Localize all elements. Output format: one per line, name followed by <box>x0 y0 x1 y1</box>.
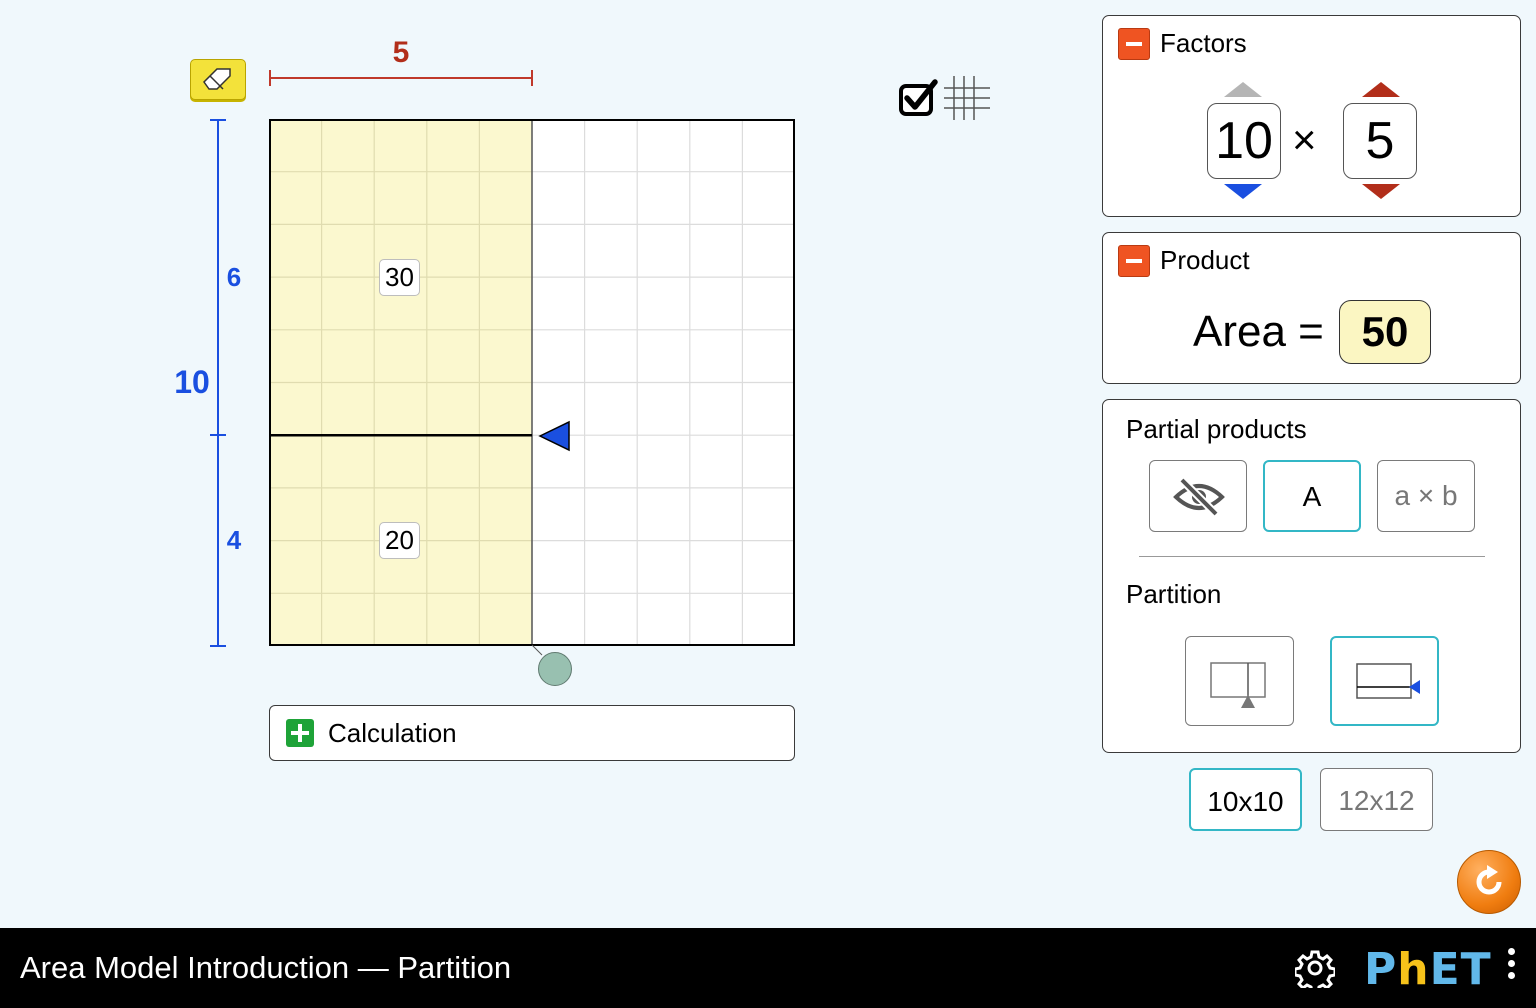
collapse-minus-icon[interactable] <box>1118 245 1150 277</box>
label-A: A <box>1302 481 1322 512</box>
vertical-partition-handle[interactable] <box>538 652 572 686</box>
partial-products-axb-button[interactable]: a × b <box>1377 460 1475 532</box>
partition-title: Partition <box>1126 579 1222 609</box>
first-factor-increment-arrow[interactable] <box>1224 82 1262 97</box>
grid-icon <box>944 76 990 120</box>
expand-plus-icon[interactable] <box>286 719 314 747</box>
height-total-label: 10 <box>174 364 210 400</box>
second-factor-value: 5 <box>1343 103 1417 179</box>
sim-title: Area Model Introduction — Partition <box>20 950 512 985</box>
grid-size-10x10-button[interactable]: 10x10 <box>1189 768 1302 831</box>
kebab-menu-icon[interactable] <box>1508 948 1518 984</box>
reset-all-button[interactable] <box>1457 850 1521 914</box>
area-label: Area = <box>1193 307 1324 356</box>
phet-logo[interactable]: PhET <box>1364 944 1492 995</box>
second-factor-increment-arrow[interactable] <box>1362 82 1400 97</box>
logo-part-h: h <box>1397 944 1430 995</box>
horizontal-partition-icon <box>1356 663 1420 699</box>
partial-products-title: Partial products <box>1126 414 1307 444</box>
area-value: 50 <box>1339 300 1431 364</box>
calculation-panel[interactable]: Calculation <box>269 705 795 761</box>
width-dimension-line <box>269 70 533 86</box>
checkbox-checked-icon <box>899 79 938 116</box>
eraser-button[interactable] <box>190 59 246 100</box>
logo-part-p: P <box>1364 944 1398 995</box>
vertical-partition-button[interactable] <box>1185 636 1294 726</box>
grid-size-12x12-button[interactable]: 12x12 <box>1320 768 1433 831</box>
second-factor-decrement-arrow[interactable] <box>1362 184 1400 199</box>
grid-toggle[interactable] <box>898 76 994 122</box>
handle-connector <box>531 644 543 656</box>
first-factor-value: 10 <box>1207 103 1281 179</box>
factors-panel: Factors 10 × 5 <box>1102 15 1521 217</box>
navigation-bar: Area Model Introduction — Partition PhET <box>0 928 1536 1008</box>
triangle-handle-icon <box>538 420 570 452</box>
gear-icon[interactable] <box>1295 948 1335 988</box>
product-title: Product <box>1160 245 1250 275</box>
partial-product-bottom: 20 <box>379 522 420 559</box>
height-partition-bottom-label: 4 <box>226 525 242 555</box>
horizontal-partition-handle[interactable] <box>538 420 572 457</box>
eye-slash-icon <box>1173 477 1225 517</box>
times-operator: × <box>1292 116 1317 163</box>
partial-products-hidden-button[interactable] <box>1149 460 1247 532</box>
product-panel: Product Area = 50 <box>1102 232 1521 384</box>
reset-icon <box>1476 865 1502 895</box>
calculation-label: Calculation <box>328 718 457 748</box>
collapse-minus-icon[interactable] <box>1118 28 1150 60</box>
partial-products-A-button[interactable]: A <box>1263 460 1361 532</box>
section-divider <box>1139 556 1485 557</box>
eraser-icon <box>203 68 231 90</box>
label-axb: a × b <box>1394 480 1458 511</box>
first-factor-decrement-arrow[interactable] <box>1224 184 1262 199</box>
area-grid[interactable] <box>269 119 795 646</box>
horizontal-partition-button[interactable] <box>1330 636 1439 726</box>
options-panel: Partial products A a × b Partition <box>1102 399 1521 753</box>
vertical-partition-icon <box>1210 662 1266 708</box>
height-partition-top-label: 6 <box>226 262 242 292</box>
factors-title: Factors <box>1160 28 1247 58</box>
partial-product-top: 30 <box>379 259 420 296</box>
logo-part-et: ET <box>1429 944 1492 995</box>
width-dimension-label: 5 <box>392 36 410 69</box>
